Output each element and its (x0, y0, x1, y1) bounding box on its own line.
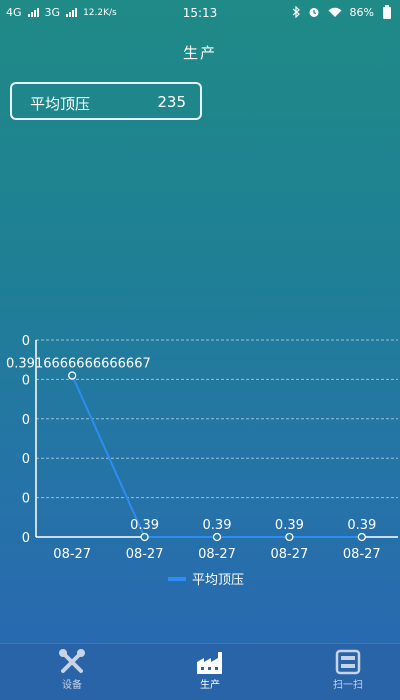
tab-scan[interactable]: 扫一扫 (298, 648, 398, 691)
y-tick-label: 0 (22, 492, 30, 507)
tab-production[interactable]: 生产 (160, 648, 260, 691)
y-tick-label: 0 (22, 373, 30, 388)
bottom-tab-bar: 设备 生产 扫一扫 (0, 643, 400, 700)
tab-equipment-label: 设备 (62, 680, 82, 691)
battery-label: 86% (349, 5, 374, 19)
data-label: 0.39 (275, 518, 304, 533)
page-title: 生产 (182, 44, 217, 62)
x-tick-label: 08-27 (271, 547, 309, 562)
status-right: 86% (292, 5, 392, 19)
average-pressure-label: 平均顶压 (30, 95, 91, 113)
y-tick-label: 0 (22, 334, 30, 349)
tab-production-label: 生产 (200, 680, 220, 691)
data-label: 0.39 (347, 518, 376, 533)
x-tick-label: 08-27 (126, 547, 164, 562)
y-tick-label: 0 (22, 413, 30, 428)
wifi-icon (328, 7, 342, 17)
y-tick-label: 0 (22, 531, 30, 546)
status-bar: 4G 3G 12.2K/s 15:13 86% (0, 0, 400, 26)
data-point (140, 532, 149, 542)
data-label: 0.39 (203, 518, 232, 533)
x-tick-label: 08-27 (343, 547, 381, 562)
legend-label: 平均顶压 (192, 573, 244, 588)
scan-icon (335, 649, 361, 675)
tab-scan-label: 扫一扫 (333, 680, 363, 691)
data-label: 0.39 (130, 518, 159, 533)
bluetooth-icon (292, 6, 300, 18)
data-point (285, 532, 294, 542)
average-pressure-value: 235 (157, 93, 186, 111)
tab-equipment[interactable]: 设备 (22, 648, 122, 691)
battery-icon (383, 5, 391, 19)
average-pressure-card: 平均顶压 235 (10, 82, 202, 120)
alarm-icon (309, 8, 319, 17)
x-tick-label: 08-27 (53, 547, 91, 562)
series-line (71, 375, 362, 538)
tools-icon (59, 649, 85, 673)
data-point (357, 532, 366, 542)
y-tick-label: 0 (22, 452, 30, 467)
x-tick-label: 08-27 (198, 547, 236, 562)
line-chart: 0 0 0 0 0 0 08-27 08-27 08-27 08-27 08-27 0.3916666… (6, 334, 398, 588)
data-point (212, 532, 222, 542)
data-label: 0.3916666666666667 (6, 357, 151, 372)
factory-icon (197, 652, 222, 674)
data-point (68, 371, 77, 380)
